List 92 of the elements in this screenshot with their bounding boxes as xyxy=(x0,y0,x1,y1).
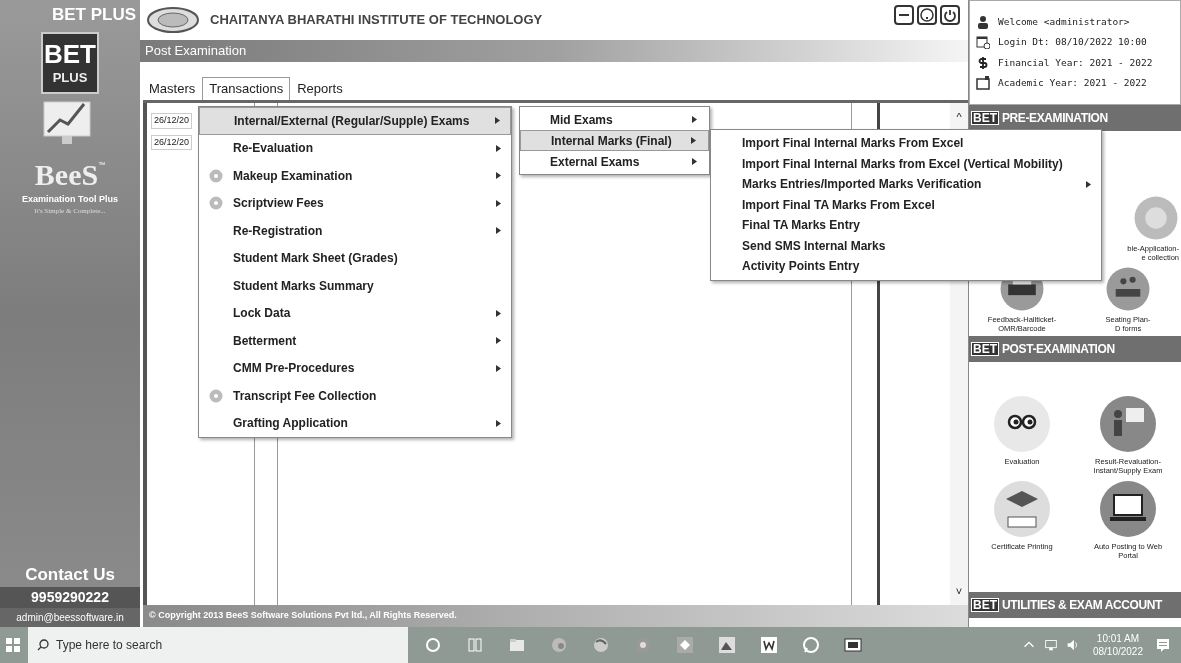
submenu-arrow-icon xyxy=(691,137,696,144)
info-text: Login Dt: 08/10/2022 10:00 xyxy=(998,35,1147,50)
menu-tab[interactable]: Reports xyxy=(290,77,350,100)
cortana-circle-icon[interactable] xyxy=(424,636,442,654)
section-title: POST-EXAMINATION xyxy=(1002,341,1115,358)
user-icon xyxy=(976,15,990,30)
menu-item[interactable]: Student Marks Summary xyxy=(199,272,511,300)
scroll-down-arrow[interactable]: ˅ xyxy=(955,582,963,599)
folder-icon[interactable] xyxy=(508,636,526,654)
menu-item[interactable]: Transcript Fee Collection xyxy=(199,382,511,410)
menu-item[interactable]: Re-Evaluation xyxy=(199,134,511,162)
date-cell: 26/12/20 xyxy=(151,113,193,129)
submenu-item[interactable]: Mid Exams xyxy=(520,109,709,130)
submenu-arrow-icon xyxy=(496,419,501,427)
info-text: Welcome <administrator> xyxy=(998,15,1130,29)
copyright-bar: © Copyright 2013 BeeS Software Solutions Pvt ltd., All Rights Reserved. xyxy=(143,605,968,627)
id-card-icon xyxy=(976,75,990,90)
bet-badge: BET xyxy=(971,111,999,125)
network-icon[interactable] xyxy=(1042,637,1059,653)
institute-logo-icon xyxy=(146,5,200,35)
menu-item[interactable]: Scriptview Fees xyxy=(199,189,511,217)
app-badge-icon[interactable] xyxy=(844,636,862,654)
menu-item[interactable]: Lock Data xyxy=(199,299,511,327)
dollar-icon xyxy=(976,55,990,70)
classroom-icon[interactable] xyxy=(1105,266,1151,312)
app-brand: BET PLUS xyxy=(51,4,137,26)
menu-tab[interactable]: Transactions xyxy=(202,77,291,100)
submenu-arrow-icon xyxy=(496,309,501,317)
image-app-icon[interactable] xyxy=(718,636,736,654)
laptop-icon[interactable] xyxy=(1098,479,1158,539)
disc-icon xyxy=(209,388,223,403)
eyes-icon[interactable] xyxy=(992,394,1052,454)
document-w-icon[interactable] xyxy=(760,636,778,654)
product-name: BeeS xyxy=(34,159,99,190)
windows-start-icon[interactable] xyxy=(4,636,22,654)
menu-item[interactable]: Betterment xyxy=(199,327,511,355)
graduation-cap-icon[interactable] xyxy=(992,479,1052,539)
submenu-arrow-icon xyxy=(496,337,501,345)
calendar-clock-icon xyxy=(976,35,990,50)
info-text: Financial Year: 2021 - 2022 xyxy=(998,55,1153,70)
disc-icon xyxy=(209,168,223,183)
search-field[interactable]: Type here to search xyxy=(28,627,408,663)
submenu-item[interactable]: Import Final TA Marks From Excel xyxy=(711,194,1101,215)
minimize-icon[interactable] xyxy=(894,5,914,25)
submenu-item[interactable]: Marks Entries/Imported Marks Verification xyxy=(711,174,1101,195)
submenu-arrow-icon xyxy=(496,227,501,235)
menu-tab[interactable]: Masters xyxy=(142,77,203,100)
menu-item[interactable]: Grafting Application xyxy=(199,409,511,437)
section-title: PRE-EXAMINATION xyxy=(1002,110,1108,127)
submenu-arrow-icon xyxy=(1086,180,1091,188)
submenu-item[interactable]: Import Final Internal Marks from Excel (Vertical Mobility) xyxy=(711,153,1101,174)
submenu-arrow-icon xyxy=(496,144,501,152)
task-view-icon[interactable] xyxy=(466,636,484,654)
submenu-arrow-icon xyxy=(496,364,501,372)
menu-item[interactable]: Makeup Examination xyxy=(199,162,511,190)
submenu-item[interactable]: External Exams xyxy=(520,151,709,172)
menu-item[interactable]: CMM Pre-Procedures xyxy=(199,354,511,382)
power-icon[interactable] xyxy=(940,5,960,25)
menu-item[interactable]: Student Mark Sheet (Grades) xyxy=(199,244,511,272)
logo-subtext: PLUS xyxy=(52,71,88,84)
bet-badge: BET xyxy=(971,342,999,356)
submenu-arrow-icon xyxy=(495,117,500,125)
submenu-arrow-icon xyxy=(692,116,697,123)
product-tagline: Examination Tool Plus xyxy=(22,192,118,206)
chat-bubble-icon[interactable] xyxy=(802,636,820,654)
submenu-item[interactable]: Activity Points Entry xyxy=(711,256,1101,277)
menu-item[interactable]: Internal/External (Regular/Supple) Exams xyxy=(199,107,511,135)
section-title: UTILITIES & EXAM ACCOUNT xyxy=(1002,597,1162,614)
submenu-arrow-icon xyxy=(692,158,697,165)
disc-icon xyxy=(209,196,223,211)
bet-badge: BET xyxy=(971,598,999,612)
help-icon[interactable] xyxy=(917,5,937,25)
info-text: Academic Year: 2021 - 2022 xyxy=(998,75,1147,90)
submenu-item[interactable]: Import Final Internal Marks From Excel xyxy=(711,133,1101,154)
contact-email[interactable]: admin@beessoftware.in xyxy=(0,608,140,627)
date-cell: 26/12/20 xyxy=(151,134,193,150)
scroll-up-arrow[interactable]: ^ xyxy=(956,109,962,126)
submenu-item[interactable]: Internal Marks (Final) xyxy=(520,130,709,151)
diamond-app-icon[interactable] xyxy=(676,636,694,654)
logo-text: BET xyxy=(44,41,96,67)
submenu-item[interactable]: Send SMS Internal Marks xyxy=(711,235,1101,256)
menu-item[interactable]: Re-Registration xyxy=(199,217,511,245)
notification-icon[interactable] xyxy=(1155,637,1171,653)
submenu-item[interactable]: Final TA Marks Entry xyxy=(711,215,1101,236)
module-title-bar: Post Examination xyxy=(140,40,968,62)
contact-title: Contact Us xyxy=(25,563,115,586)
contact-phone: 9959290222 xyxy=(0,587,140,608)
submenu-arrow-icon xyxy=(496,172,501,180)
search-icon xyxy=(37,639,49,651)
submenu-arrow-icon xyxy=(496,199,501,207)
institute-title: CHAITANYA BHARATHI INSTITUTE OF TECHNOLOGY xyxy=(210,11,543,30)
presenter-icon[interactable] xyxy=(1098,394,1158,454)
